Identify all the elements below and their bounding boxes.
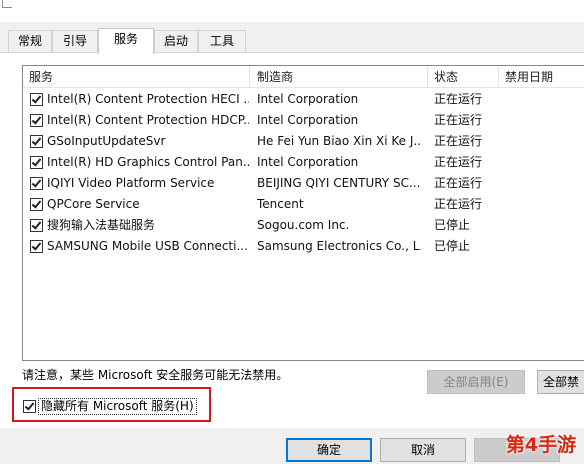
service-status: 正在运行: [434, 134, 483, 148]
service-status: 正在运行: [434, 113, 483, 127]
service-checkbox[interactable]: [30, 240, 43, 253]
hide-microsoft-services-checkbox[interactable]: [23, 400, 36, 413]
service-status: 已停止: [434, 218, 471, 232]
service-name: GSoInputUpdateSvr: [47, 134, 166, 148]
hide-microsoft-services-option[interactable]: 隐藏所有 Microsoft 服务(H): [12, 387, 211, 422]
service-name: Intel(R) Content Protection HECI ...: [47, 92, 249, 106]
service-name: Intel(R) HD Graphics Control Pan...: [47, 155, 249, 169]
table-row[interactable]: 搜狗输入法基础服务 Sogou.com Inc. 已停止: [23, 215, 584, 236]
tab-boot[interactable]: 引导: [52, 30, 98, 52]
service-manufacturer: Tencent: [257, 197, 304, 211]
service-disabled-date: [505, 173, 581, 194]
cancel-button[interactable]: 取消: [380, 438, 466, 462]
table-row[interactable]: Intel(R) Content Protection HECI ... Int…: [23, 89, 584, 110]
window-icon: [2, 0, 12, 8]
checkmark-icon: [24, 400, 35, 411]
table-row[interactable]: QPCore Service Tencent 正在运行: [23, 194, 584, 215]
tab-services[interactable]: 服务: [98, 28, 154, 54]
service-manufacturer: Intel Corporation: [257, 92, 359, 106]
column-header-service[interactable]: 服务: [23, 66, 249, 88]
checkmark-icon: [31, 135, 42, 146]
service-disabled-date: [505, 215, 581, 236]
service-disabled-date: [505, 131, 581, 152]
service-status: 正在运行: [434, 155, 483, 169]
service-status: 已停止: [434, 239, 471, 253]
service-name: IQIYI Video Platform Service: [47, 176, 215, 190]
table-row[interactable]: SAMSUNG Mobile USB Connecti... Samsung E…: [23, 236, 584, 257]
service-name: Intel(R) Content Protection HDCP...: [47, 113, 249, 127]
checkmark-icon: [31, 240, 42, 251]
tab-tools[interactable]: 工具: [198, 30, 246, 52]
hide-microsoft-services-label[interactable]: 隐藏所有 Microsoft 服务(H): [38, 398, 197, 415]
service-manufacturer: Intel Corporation: [257, 113, 359, 127]
table-row[interactable]: IQIYI Video Platform Service BEIJING QIY…: [23, 173, 584, 194]
services-list[interactable]: 服务 制造商 状态 禁用日期 Intel(R) Content Protecti…: [22, 65, 584, 361]
service-checkbox[interactable]: [30, 198, 43, 211]
service-name: QPCore Service: [47, 197, 140, 211]
table-row[interactable]: Intel(R) Content Protection HDCP... Inte…: [23, 110, 584, 131]
service-checkbox[interactable]: [30, 93, 43, 106]
checkmark-icon: [31, 156, 42, 167]
service-manufacturer: BEIJING QIYI CENTURY SC...: [257, 176, 421, 190]
table-row[interactable]: Intel(R) HD Graphics Control Pan... Inte…: [23, 152, 584, 173]
service-disabled-date: [505, 194, 581, 215]
service-rows: Intel(R) Content Protection HECI ... Int…: [23, 89, 584, 257]
column-header-status[interactable]: 状态: [428, 66, 498, 88]
tab-strip: 常规 引导 服务 启动 工具: [0, 28, 584, 54]
checkmark-icon: [31, 93, 42, 104]
service-manufacturer: He Fei Yun Biao Xin Xi Ke J...: [257, 134, 421, 148]
service-status: 正在运行: [434, 197, 483, 211]
service-name: 搜狗输入法基础服务: [47, 218, 156, 232]
service-manufacturer: Samsung Electronics Co., L...: [257, 239, 421, 253]
service-status: 正在运行: [434, 176, 483, 190]
column-header-manufacturer[interactable]: 制造商: [251, 66, 427, 88]
ok-button[interactable]: 确定: [286, 438, 372, 462]
checkmark-icon: [31, 177, 42, 188]
checkmark-icon: [31, 198, 42, 209]
service-disabled-date: [505, 110, 581, 131]
checkmark-icon: [31, 219, 42, 230]
dialog-footer: 确定 取消: [0, 428, 584, 464]
column-header-row: 服务 制造商 状态 禁用日期: [23, 66, 584, 88]
service-checkbox[interactable]: [30, 114, 43, 127]
security-note: 请注意，某些 Microsoft 安全服务可能无法禁用。: [22, 368, 289, 382]
checkmark-icon: [31, 114, 42, 125]
service-name: SAMSUNG Mobile USB Connecti...: [47, 239, 248, 253]
tab-general[interactable]: 常规: [8, 30, 52, 52]
tab-startup[interactable]: 启动: [154, 30, 198, 52]
service-checkbox[interactable]: [30, 156, 43, 169]
column-header-disabled-date[interactable]: 禁用日期: [499, 66, 584, 88]
service-disabled-date: [505, 152, 581, 173]
service-disabled-date: [505, 236, 581, 257]
disable-all-button[interactable]: 全部禁: [537, 370, 584, 394]
enable-all-button[interactable]: 全部启用(E): [427, 370, 525, 394]
service-checkbox[interactable]: [30, 135, 43, 148]
table-row[interactable]: GSoInputUpdateSvr He Fei Yun Biao Xin Xi…: [23, 131, 584, 152]
service-manufacturer: Intel Corporation: [257, 155, 359, 169]
service-status: 正在运行: [434, 92, 483, 106]
column-divider[interactable]: [249, 66, 250, 88]
service-disabled-date: [505, 89, 581, 110]
service-checkbox[interactable]: [30, 177, 43, 190]
service-manufacturer: Sogou.com Inc.: [257, 218, 350, 232]
title-bar-strip: [0, 0, 584, 22]
site-watermark: 第4手游: [505, 434, 577, 456]
service-checkbox[interactable]: [30, 219, 43, 232]
